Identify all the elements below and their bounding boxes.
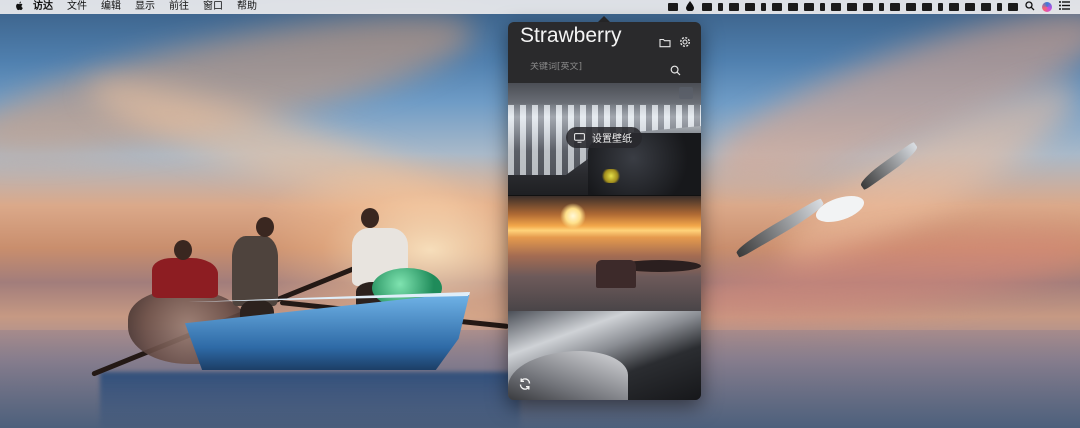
status-item[interactable] [879, 3, 884, 11]
menu-finder[interactable]: 访达 [26, 0, 60, 14]
status-item[interactable] [788, 3, 798, 11]
status-item[interactable] [772, 3, 782, 11]
status-item[interactable] [745, 3, 755, 11]
status-item[interactable] [804, 3, 814, 11]
menu-help[interactable]: 帮助 [230, 0, 264, 14]
menu-go[interactable]: 前往 [162, 0, 196, 14]
status-item[interactable] [831, 3, 841, 11]
status-item[interactable] [668, 3, 678, 11]
spotlight-search-icon[interactable] [1024, 0, 1036, 14]
notification-center-icon[interactable] [1058, 1, 1070, 13]
gear-icon[interactable] [679, 33, 691, 48]
monitor-icon [574, 133, 585, 143]
menu-edit[interactable]: 编辑 [94, 0, 128, 14]
search-icon[interactable] [670, 61, 682, 76]
status-item[interactable] [906, 3, 916, 11]
app-title: Strawberry [520, 24, 622, 47]
menu-view[interactable]: 显示 [128, 0, 162, 14]
drop-icon[interactable] [684, 0, 696, 14]
folder-icon[interactable] [659, 33, 671, 48]
wallpaper-thumbnail-sunrise[interactable] [508, 196, 701, 311]
menu-window[interactable]: 窗口 [196, 0, 230, 14]
strawberry-popover: Strawberry 设置壁纸 [508, 22, 701, 400]
status-item[interactable] [702, 3, 712, 11]
status-item[interactable] [922, 3, 932, 11]
thumbnail-image [596, 260, 636, 288]
status-item[interactable] [761, 3, 766, 11]
thumbnail-image [560, 203, 586, 229]
refresh-icon[interactable] [518, 376, 532, 390]
status-item[interactable] [863, 3, 873, 11]
status-item[interactable] [729, 3, 739, 11]
status-item[interactable] [949, 3, 959, 11]
status-item[interactable] [890, 3, 900, 11]
status-item[interactable] [938, 3, 943, 11]
set-wallpaper-label: 设置壁纸 [592, 134, 632, 145]
status-item[interactable] [965, 3, 975, 11]
search-input[interactable] [520, 62, 670, 72]
menu-bar: 访达 文件 编辑 显示 前往 窗口 帮助 [0, 0, 1080, 14]
set-wallpaper-button[interactable]: 设置壁纸 [566, 127, 642, 148]
thumbnail-image [600, 169, 622, 183]
status-item[interactable] [847, 3, 857, 11]
thumbnail-badge [679, 87, 693, 99]
search-bar [520, 56, 690, 78]
status-bar [668, 0, 1080, 14]
status-item[interactable] [718, 3, 723, 11]
menu-file[interactable]: 文件 [60, 0, 94, 14]
status-item[interactable] [820, 3, 825, 11]
siri-icon[interactable] [1042, 2, 1052, 12]
apple-icon[interactable] [12, 1, 26, 14]
header-actions [659, 33, 691, 48]
wallpaper-thumbnail-snowy-valley[interactable] [508, 311, 701, 400]
status-item[interactable] [981, 3, 991, 11]
status-item[interactable] [1008, 3, 1018, 11]
status-item[interactable] [997, 3, 1002, 11]
